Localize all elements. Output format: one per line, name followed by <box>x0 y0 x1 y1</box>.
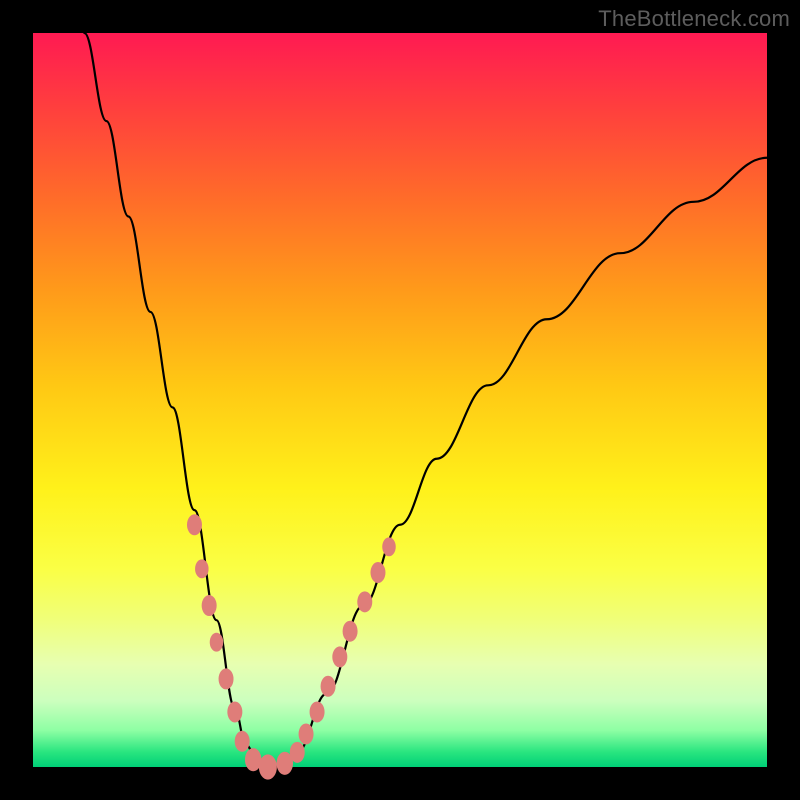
watermark-label: TheBottleneck.com <box>598 6 790 32</box>
chart-frame: TheBottleneck.com <box>0 0 800 800</box>
plot-area <box>33 33 767 767</box>
bead-cluster <box>187 514 396 779</box>
bottleneck-curve <box>33 33 767 767</box>
